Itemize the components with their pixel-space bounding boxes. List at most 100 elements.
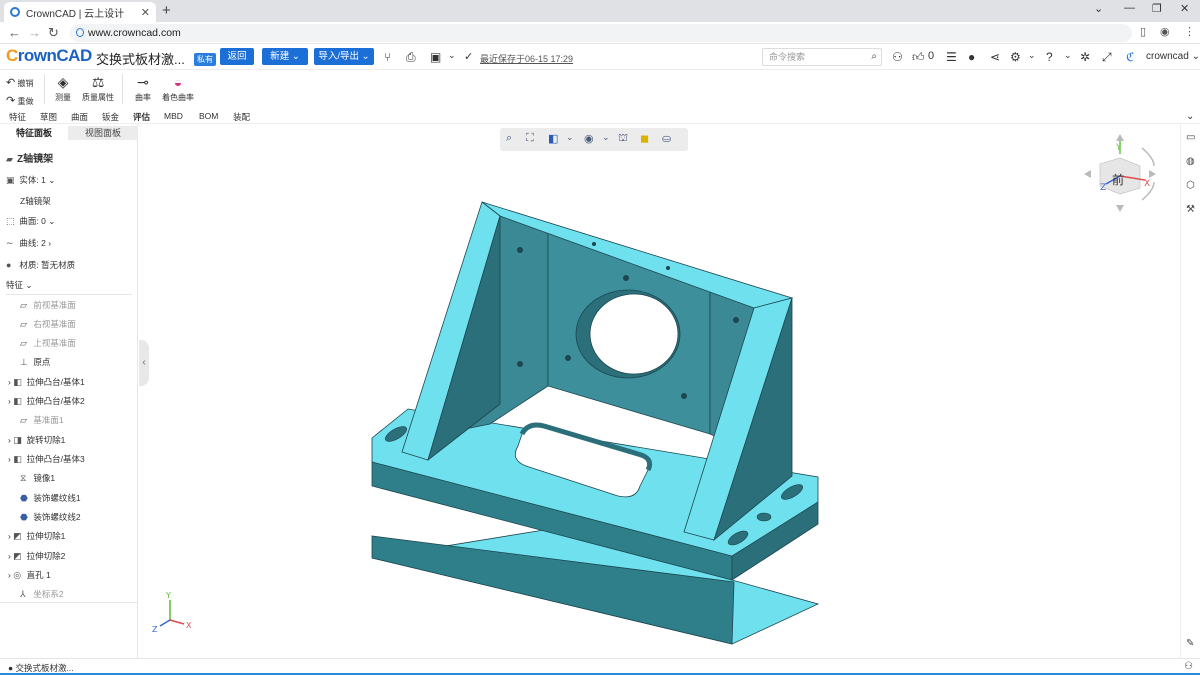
collaboration-icon[interactable]: ⚇ xyxy=(892,50,903,64)
feature-item[interactable]: › ◨ 旋转切除1 xyxy=(8,434,65,446)
tab-mbd[interactable]: MBD xyxy=(164,111,183,121)
tab-evaluate[interactable]: 评估 xyxy=(133,111,150,123)
surface-group[interactable]: ⬚ 曲面: 0 ⌄ xyxy=(6,215,55,227)
browser-menu-icon[interactable]: ⋮ xyxy=(1184,25,1195,38)
mass-properties-button[interactable]: ⚖ 质量属性 xyxy=(82,74,114,103)
feature-item[interactable]: ▱ 基准面1 xyxy=(20,414,64,426)
tab-bom[interactable]: BOM xyxy=(199,111,218,121)
appearance-icon[interactable]: ⛀ xyxy=(662,132,671,145)
preferences-gear-icon[interactable]: ✲ xyxy=(1080,50,1090,64)
section-view-icon[interactable]: ⛫ xyxy=(618,132,628,146)
view-down-arrow-icon[interactable] xyxy=(1116,205,1124,212)
feature-item[interactable]: ⅄ 坐标系2 xyxy=(20,588,64,600)
solid-item[interactable]: Z轴镜架 xyxy=(20,195,51,207)
feature-item[interactable]: › ◩ 拉伸切除1 xyxy=(8,530,65,542)
fullscreen-icon[interactable]: ⤢ xyxy=(1102,50,1112,65)
curve-group[interactable]: ∼ 曲线: 2 › xyxy=(6,237,51,249)
feature-item[interactable]: ▱ 前视基准面 xyxy=(20,299,76,311)
settings-dropdown-icon[interactable]: ⌄ xyxy=(1028,50,1036,61)
user-name[interactable]: crowncad ⌄ xyxy=(1146,51,1200,62)
forward-arrow-icon[interactable]: → xyxy=(28,25,41,40)
collapse-panel-button[interactable]: ‹ xyxy=(139,340,149,386)
view-up-arrow-icon[interactable] xyxy=(1116,134,1124,141)
settings-icon[interactable]: ⚙ xyxy=(1010,50,1021,64)
browser-tab[interactable]: CrownCAD | 云上设计 ✕ xyxy=(4,2,156,22)
visibility-eye-icon[interactable]: ◉ xyxy=(584,132,594,145)
comment-icon[interactable]: ● xyxy=(968,50,975,64)
share-icon[interactable]: ⋖ xyxy=(990,50,1000,64)
location-icon[interactable]: ◍ xyxy=(1186,156,1195,167)
close-tab-icon[interactable]: ✕ xyxy=(141,6,150,19)
material-item[interactable]: ● 材质: 暂无材质 xyxy=(6,259,75,271)
feature-header[interactable]: 特征 ⌄ xyxy=(6,279,33,291)
rotate-cw-icon[interactable] xyxy=(1141,147,1155,167)
tab-sketch[interactable]: 草图 xyxy=(40,111,57,123)
new-tab-icon[interactable]: + xyxy=(162,2,171,20)
tab-feature[interactable]: 特征 xyxy=(9,111,26,123)
feature-item[interactable]: ▱ 右视基准面 xyxy=(20,318,76,330)
document-name[interactable]: 交换式板材激... xyxy=(96,49,185,68)
tab-search-icon[interactable]: ⌄ xyxy=(1094,2,1103,15)
url-input[interactable]: www.crowncad.com xyxy=(70,24,1132,42)
help-icon[interactable]: ? xyxy=(1046,50,1053,64)
tab-view-panel[interactable]: 视图面板 xyxy=(68,126,138,140)
print-icon[interactable]: ⎙ xyxy=(406,50,416,65)
tab-feature-panel[interactable]: 特征面板 xyxy=(0,126,68,140)
view-orientation-icon[interactable]: ◧ xyxy=(548,132,558,145)
feature-item[interactable]: › ◩ 拉伸切除2 xyxy=(8,550,65,562)
visibility-dropdown-icon[interactable]: ⌄ xyxy=(602,132,610,143)
zoom-fit-icon[interactable]: ⛶ xyxy=(526,132,534,145)
folder-icon[interactable]: ▭ xyxy=(1186,132,1195,143)
members-icon[interactable]: ⚇ xyxy=(1184,661,1193,672)
view-left-arrow-icon[interactable] xyxy=(1084,170,1091,178)
redo-button[interactable]: ↷ 重做 xyxy=(6,94,33,107)
measure-button[interactable]: ◈ 测量 xyxy=(52,74,74,103)
side-panel-icon[interactable]: ▯ xyxy=(1140,25,1146,38)
version-icon[interactable]: ☰ xyxy=(946,50,957,64)
feature-item[interactable]: ⧖ 镜像1 xyxy=(20,472,55,484)
3d-viewport[interactable]: 前 Y X Z Y X Z xyxy=(150,124,1180,658)
feature-item[interactable]: ⬣ 装饰螺纹线2 xyxy=(20,511,81,523)
zoom-icon[interactable]: ⌕ xyxy=(506,132,512,145)
feature-item[interactable]: ⊥ 原点 xyxy=(20,356,50,368)
view-cube[interactable]: 前 Y X Z xyxy=(1084,134,1156,212)
restore-icon[interactable]: ❐ xyxy=(1152,2,1162,15)
minimize-icon[interactable]: — xyxy=(1124,2,1135,14)
solid-group[interactable]: ▣ 实体: 1 ⌄ xyxy=(6,174,55,186)
feature-item[interactable]: ▱ 上视基准面 xyxy=(20,337,76,349)
view-orientation-dropdown-icon[interactable]: ⌄ xyxy=(566,132,574,143)
undo-button[interactable]: ↶ 撤销 xyxy=(6,76,33,89)
shaded-display-icon[interactable]: ◼ xyxy=(640,132,649,145)
reload-icon[interactable]: ↻ xyxy=(48,25,59,41)
notes-icon[interactable]: ✎ xyxy=(1186,638,1194,649)
like-icon[interactable]: 👍︎ xyxy=(912,50,925,65)
new-button[interactable]: 新建 ⌄ xyxy=(262,48,308,65)
collapse-ribbon-icon[interactable]: ⌄ xyxy=(1186,111,1194,122)
shaded-curvature-button[interactable]: ◒ 着色曲率 xyxy=(162,74,194,103)
cube-icon[interactable]: ⬡ xyxy=(1186,180,1195,191)
save-icon[interactable]: ▣ xyxy=(430,50,441,64)
feature-item[interactable]: › ◧ 拉伸凸台/基体3 xyxy=(8,453,85,465)
part-name[interactable]: ▰ Z轴镜架 xyxy=(6,150,53,165)
search-icon[interactable]: ⌕ xyxy=(871,49,877,65)
feature-item[interactable]: › ◧ 拉伸凸台/基体2 xyxy=(8,395,85,407)
back-button[interactable]: 返回 xyxy=(220,48,254,65)
save-dropdown-icon[interactable]: ⌄ xyxy=(448,50,456,61)
curvature-button[interactable]: ⊸ 曲率 xyxy=(132,74,154,103)
model-canvas[interactable]: 前 Y X Z Y X Z xyxy=(150,124,1180,658)
wrench-icon[interactable]: ⚒ xyxy=(1186,204,1195,215)
tab-sheetmetal[interactable]: 钣金 xyxy=(102,111,119,123)
close-window-icon[interactable]: ✕ xyxy=(1180,2,1189,15)
feature-item[interactable]: ⬣ 装饰螺纹线1 xyxy=(20,492,81,504)
tab-assembly[interactable]: 装配 xyxy=(233,111,250,123)
branch-icon[interactable]: ⑂ xyxy=(384,50,391,64)
user-avatar-icon[interactable]: ℭ xyxy=(1126,50,1134,64)
view-right-arrow-icon[interactable] xyxy=(1149,170,1156,178)
import-export-button[interactable]: 导入/导出 ⌄ xyxy=(314,48,374,65)
command-search-input[interactable]: 命令搜索 ⌕ xyxy=(762,48,882,66)
back-arrow-icon[interactable]: ← xyxy=(8,25,21,40)
feature-item[interactable]: › ◎ 直孔 1 xyxy=(8,569,51,581)
help-dropdown-icon[interactable]: ⌄ xyxy=(1064,50,1072,61)
feature-item[interactable]: › ◧ 拉伸凸台/基体1 xyxy=(8,376,85,388)
tab-surface[interactable]: 曲面 xyxy=(71,111,88,123)
